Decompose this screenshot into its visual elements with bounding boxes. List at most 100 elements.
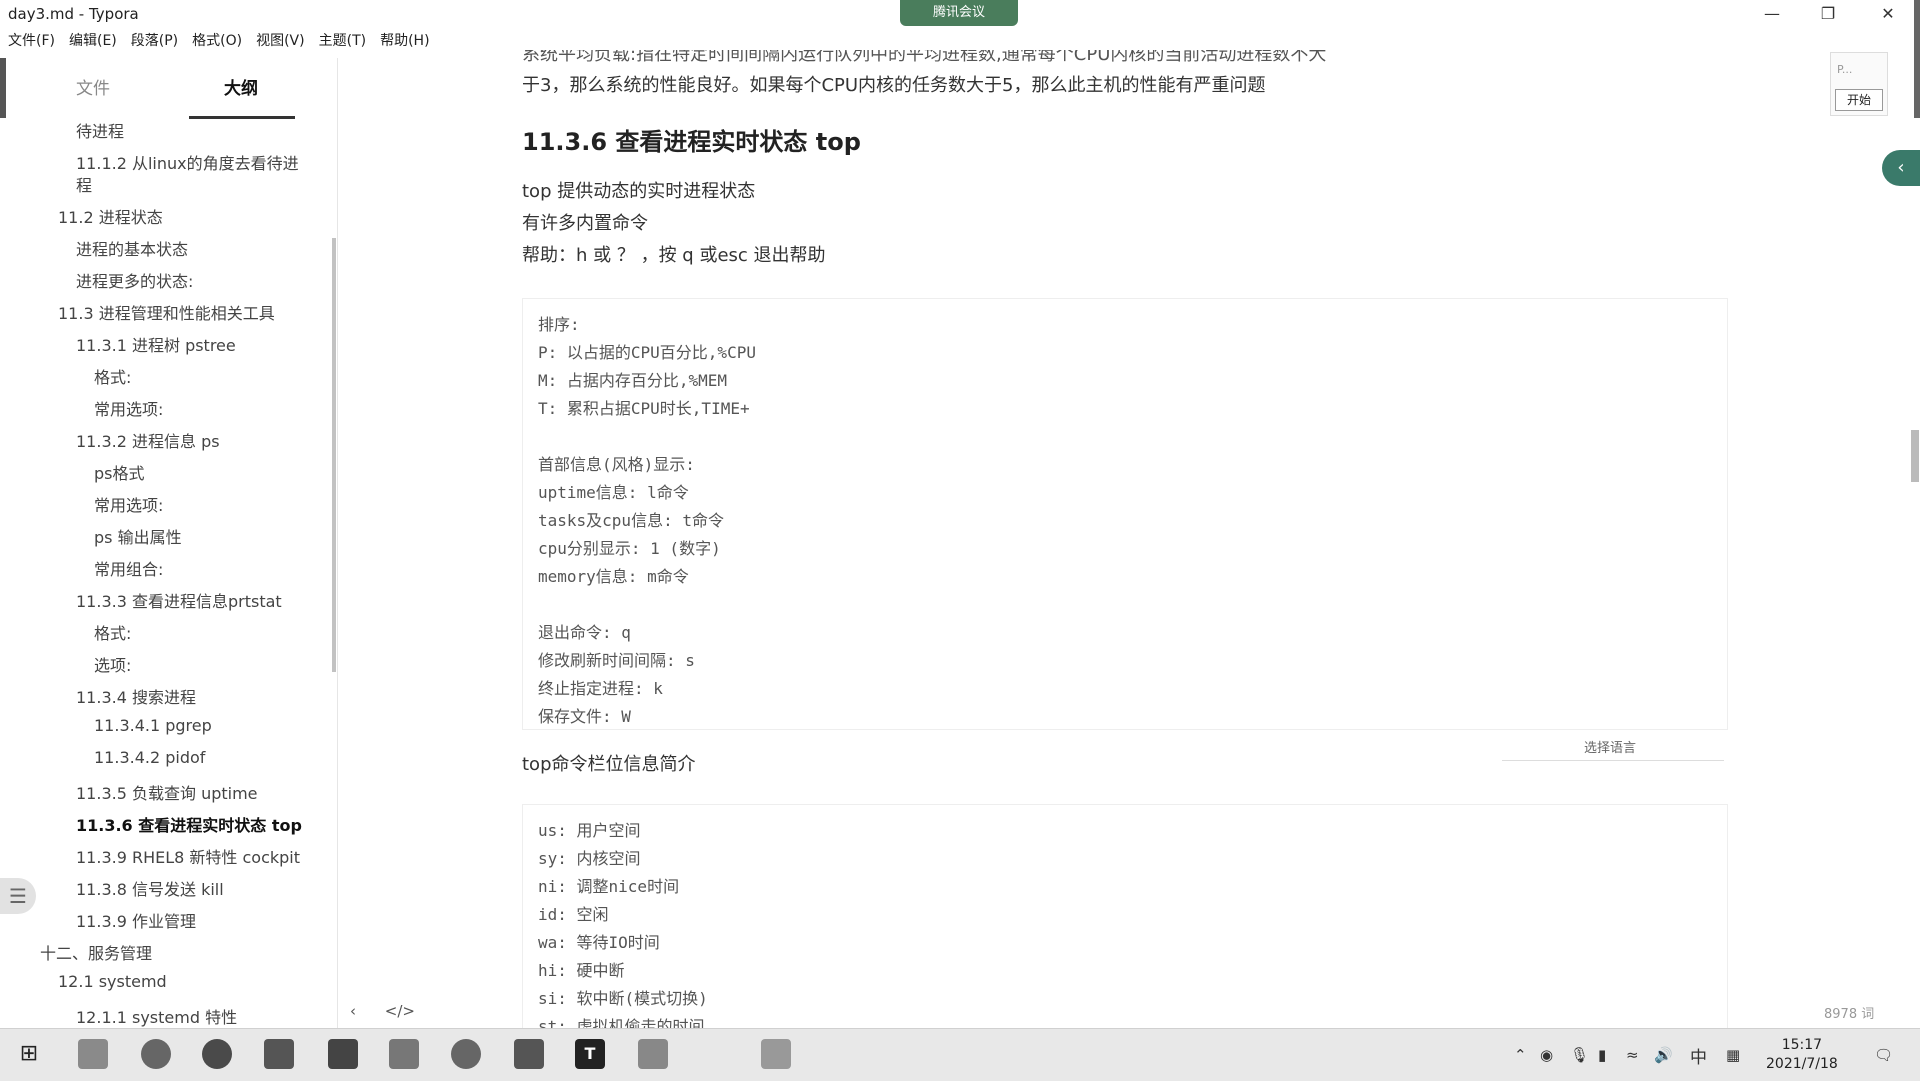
window-title: day3.md - Typora [8, 5, 139, 23]
chrome-icon[interactable] [141, 1039, 171, 1069]
code-line: 保存文件: W [538, 707, 631, 726]
outline-item[interactable]: 11.3.4 搜索进程 [76, 684, 196, 708]
virtual-machine-icon[interactable] [264, 1039, 294, 1069]
outline-item[interactable]: 格式: [94, 364, 131, 388]
code-line: uptime信息: l命令 [538, 483, 689, 502]
code-line: 终止指定进程: k [538, 679, 663, 698]
cloud-app-icon[interactable] [328, 1039, 358, 1069]
section-heading: 11.3.6 查看进程实时状态 top [522, 128, 861, 156]
app-thumbnail-2-icon[interactable] [761, 1039, 791, 1069]
clock-time: 15:17 [1781, 1037, 1823, 1053]
microphone-icon[interactable]: 🎙 [1570, 1046, 1589, 1064]
app-window-icon[interactable] [638, 1039, 668, 1069]
outline-item[interactable]: 11.1.2 从linux的角度去看待进 [76, 150, 299, 174]
chevron-left-icon[interactable]: ‹ [350, 1002, 356, 1020]
outline-item[interactable]: 11.3.1 进程树 pstree [76, 332, 236, 356]
wifi-icon[interactable]: ≈ [1626, 1046, 1639, 1064]
outline-item[interactable]: 12.1.1 systemd 特性 [76, 1004, 237, 1028]
battery-icon[interactable]: ▮ [1598, 1046, 1606, 1064]
intro-line-1: top 提供动态的实时进程状态 [522, 181, 756, 202]
volume-icon[interactable]: 🔊 [1654, 1046, 1673, 1064]
minimize-icon[interactable]: — [1752, 2, 1792, 26]
outline-item[interactable]: 11.3.9 RHEL8 新特性 cockpit [76, 844, 300, 868]
outline-item[interactable]: 常用组合: [94, 556, 163, 580]
meeting-pip-window[interactable]: P... 开始 [1830, 52, 1888, 116]
code-line: 排序: [538, 315, 580, 334]
word-count[interactable]: 8978 词 [1824, 1003, 1874, 1022]
outline-item[interactable]: 常用选项: [94, 492, 163, 516]
outline-item[interactable]: 11.2 进程状态 [58, 204, 163, 228]
outline-item[interactable]: 格式: [94, 620, 131, 644]
outline-item[interactable]: 11.3.8 信号发送 kill [76, 876, 224, 900]
pip-label: P... [1837, 63, 1853, 76]
outline-item[interactable]: 12.1 systemd [58, 972, 167, 991]
menu-help[interactable]: 帮助(H) [380, 30, 429, 50]
menu-format[interactable]: 格式(O) [192, 30, 242, 50]
chevron-left-icon[interactable]: ‹ [1882, 150, 1920, 186]
code-line: id: 空闲 [538, 905, 609, 924]
outline-item[interactable]: 进程更多的状态: [76, 268, 193, 292]
meeting-app-icon[interactable] [514, 1039, 544, 1069]
outline-toggle-icon[interactable]: ☰ [0, 878, 36, 914]
code-line: tasks及cpu信息: t命令 [538, 511, 724, 530]
close-icon[interactable]: ✕ [1868, 2, 1908, 26]
security-icon[interactable]: ◉ [1540, 1046, 1553, 1064]
menu-theme[interactable]: 主题(T) [319, 30, 366, 50]
code-line: cpu分别显示: 1 (数字) [538, 539, 721, 558]
menu-paragraph[interactable]: 段落(P) [131, 30, 178, 50]
active-tab-indicator [189, 116, 295, 119]
source-code-icon[interactable]: </> [385, 1002, 415, 1020]
menu-view[interactable]: 视图(V) [256, 30, 305, 50]
wechat-icon[interactable] [202, 1039, 232, 1069]
windows-start-icon[interactable]: ⊞ [14, 1039, 44, 1069]
chevron-up-icon[interactable]: ⌃ [1514, 1046, 1527, 1064]
outline-item[interactable]: 11.3 进程管理和性能相关工具 [58, 300, 275, 324]
code-line: si: 软中断(模式切换) [538, 989, 708, 1008]
editor-scrollbar[interactable] [1911, 430, 1919, 482]
app-thumbnail-icon[interactable] [78, 1039, 108, 1069]
notification-icon[interactable]: 🗨 [1874, 1046, 1893, 1064]
tab-files[interactable]: 文件 [76, 74, 110, 99]
outline-item[interactable]: 选项: [94, 652, 131, 676]
network-app-icon[interactable] [451, 1039, 481, 1069]
outline-item[interactable]: 进程的基本状态 [76, 236, 188, 260]
right-edge-bar [1914, 0, 1920, 118]
language-select[interactable]: 选择语言 [1584, 737, 1636, 756]
recorder-icon[interactable] [701, 1039, 731, 1069]
sidebar-scrollbar[interactable] [332, 238, 336, 672]
restore-icon[interactable]: ❐ [1808, 2, 1848, 26]
outline-item[interactable]: 十二、服务管理 [40, 940, 152, 964]
outline-item[interactable]: ps格式 [94, 460, 145, 484]
code-line: sy: 内核空间 [538, 849, 641, 868]
typora-icon[interactable]: T [575, 1039, 605, 1069]
outline-item[interactable]: 程 [76, 172, 92, 196]
menu-edit[interactable]: 编辑(E) [69, 30, 117, 50]
outline-item[interactable]: ps 输出属性 [94, 524, 182, 548]
clock-date: 2021/7/18 [1766, 1056, 1838, 1072]
file-explorer-icon[interactable] [389, 1039, 419, 1069]
code-line: hi: 硬中断 [538, 961, 625, 980]
code-line: M: 占据内存百分比,%MEM [538, 371, 728, 390]
outline-item[interactable]: 11.3.4.1 pgrep [94, 716, 212, 735]
code-line: P: 以占据的CPU百分比,%CPU [538, 343, 756, 362]
outline-item[interactable]: 11.3.9 作业管理 [76, 908, 196, 932]
title-bar: day3.md - Typora 腾讯会议 — ❐ ✕ [0, 0, 1920, 28]
tab-outline[interactable]: 大纲 [224, 74, 258, 99]
outline-item[interactable]: 11.3.4.2 pidof [94, 748, 205, 767]
outline-item[interactable]: 11.3.3 查看进程信息prtstat [76, 588, 282, 612]
meeting-badge[interactable]: 腾讯会议 [900, 0, 1018, 26]
code-block-top-commands[interactable]: 排序: P: 以占据的CPU百分比,%CPU M: 占据内存百分比,%MEM T: 累… [522, 298, 1728, 730]
code-line: us: 用户空间 [538, 821, 641, 840]
ime-indicator[interactable]: 中 [1690, 1043, 1707, 1068]
code-line: ni: 调整nice时间 [538, 877, 680, 896]
code-line: 退出命令: q [538, 623, 631, 642]
outline-item[interactable]: 常用选项: [94, 396, 163, 420]
ime-mode-icon[interactable]: ▦ [1726, 1046, 1740, 1064]
menu-file[interactable]: 文件(F) [8, 30, 55, 50]
system-clock[interactable]: 15:17 2021/7/18 [1766, 1036, 1838, 1074]
start-button[interactable]: 开始 [1835, 89, 1883, 111]
outline-item[interactable]: 待进程 [76, 118, 124, 142]
outline-item[interactable]: 11.3.2 进程信息 ps [76, 428, 220, 452]
outline-item[interactable]: 11.3.5 负载查询 uptime [76, 780, 258, 804]
outline-item[interactable]: 11.3.6 查看进程实时状态 top [76, 812, 302, 836]
